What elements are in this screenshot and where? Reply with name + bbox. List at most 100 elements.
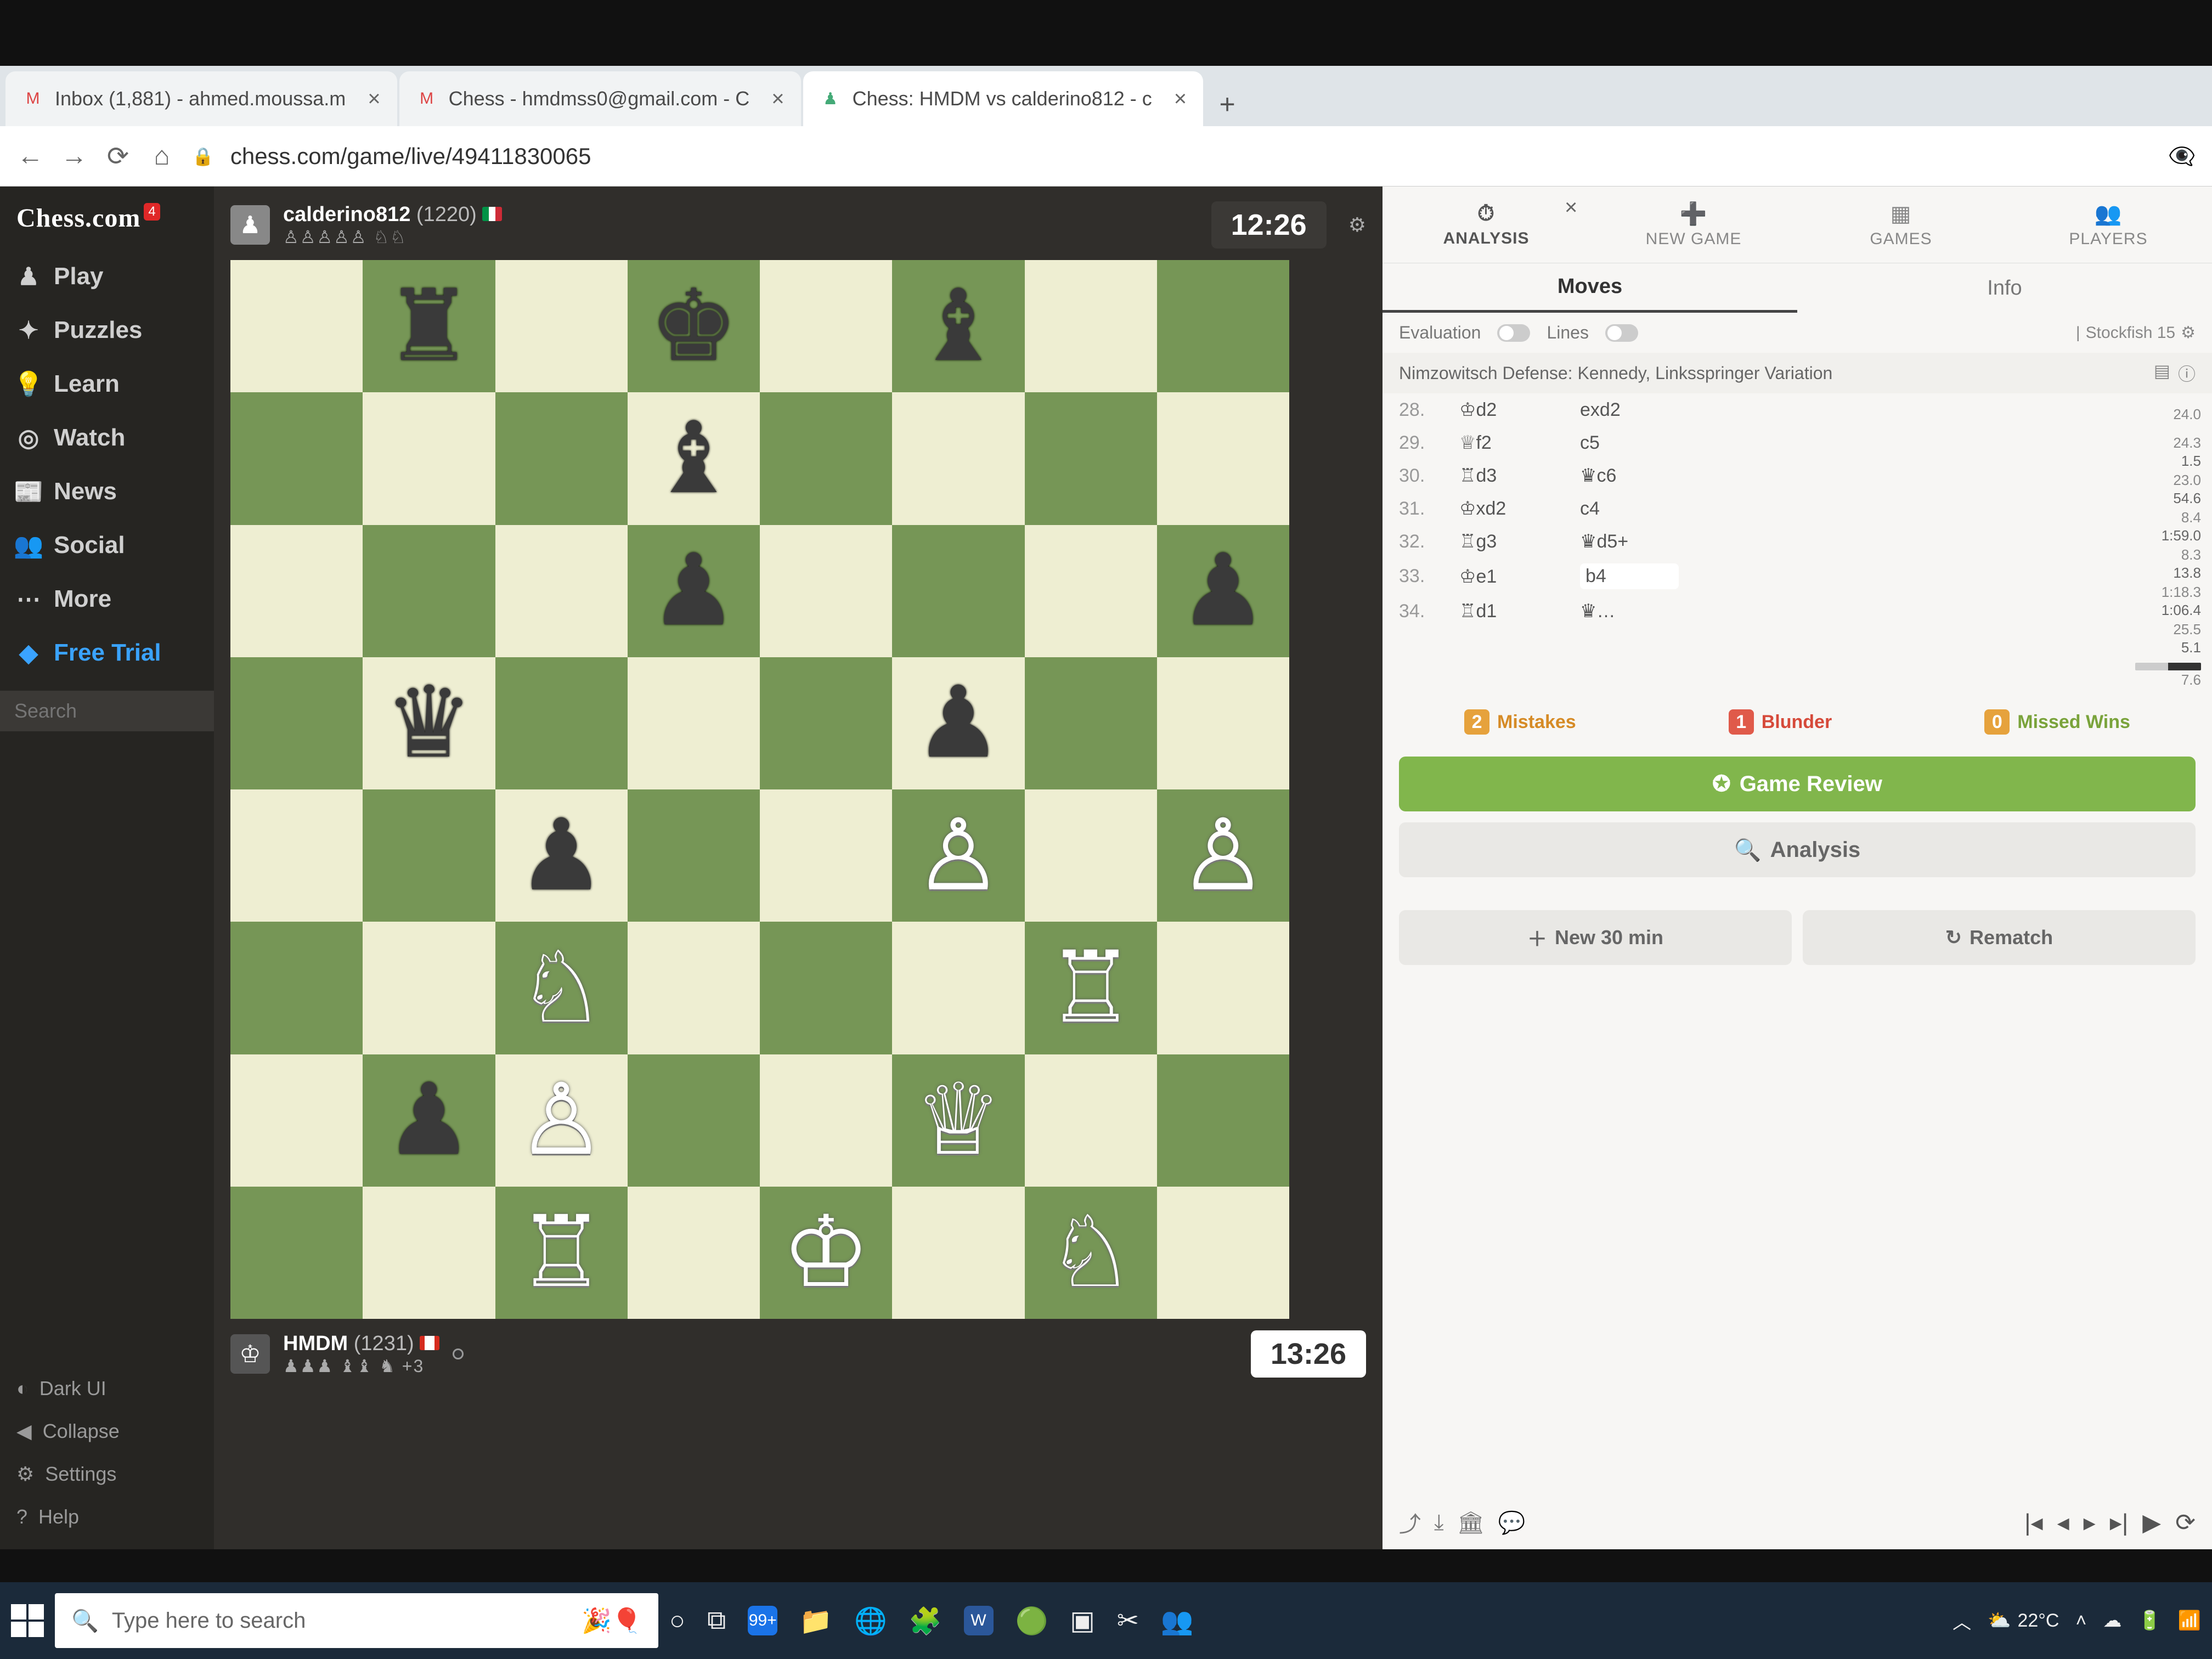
share-icon[interactable]: ⤴	[1399, 1506, 1421, 1538]
taskbar-search[interactable]: 🔍 Type here to search 🎉🎈	[55, 1593, 658, 1648]
forward-button[interactable]: →	[60, 141, 88, 171]
board-square[interactable]	[892, 392, 1024, 524]
chess-piece[interactable]: ♟	[914, 674, 1002, 772]
board-square[interactable]	[1025, 525, 1157, 657]
close-icon[interactable]: ×	[771, 87, 784, 111]
play-button[interactable]: ▶	[2142, 1509, 2161, 1537]
board-square[interactable]: ♖	[1025, 922, 1157, 1054]
download-icon[interactable]: ⤓	[1434, 1510, 1444, 1535]
board-square[interactable]	[1157, 657, 1289, 789]
chess-piece[interactable]: ♝	[914, 277, 1002, 376]
mistakes-count[interactable]: 2Mistakes	[1464, 709, 1576, 735]
chess-piece[interactable]: ♖	[517, 1203, 605, 1302]
home-button[interactable]: ⌂	[148, 141, 176, 171]
board-square[interactable]	[628, 1187, 760, 1319]
file-explorer-icon[interactable]: 📁	[799, 1605, 832, 1637]
black-move[interactable]: ♛d5+	[1580, 531, 1679, 552]
move-row[interactable]: 28.♔d2exd2	[1383, 393, 2113, 426]
rematch-button[interactable]: ↻Rematch	[1803, 910, 2196, 965]
move-list[interactable]: 28.♔d2exd229.♕f2c530.♖d3♛c631.♔xd2c432.♖…	[1383, 393, 2113, 696]
board-square[interactable]	[495, 392, 628, 524]
board-square[interactable]	[628, 789, 760, 922]
board-square[interactable]	[892, 1187, 1024, 1319]
board-square[interactable]	[230, 525, 363, 657]
board-square[interactable]	[363, 1187, 495, 1319]
tab-analysis[interactable]: ⏱ANALYSIS	[1383, 187, 1590, 263]
board-square[interactable]: ♝	[892, 260, 1024, 392]
board-square[interactable]	[1025, 657, 1157, 789]
black-move[interactable]: ♛c6	[1580, 465, 1679, 487]
board-square[interactable]	[1025, 260, 1157, 392]
chess-piece[interactable]: ♔	[782, 1203, 870, 1302]
teams-icon[interactable]: 👥	[1161, 1605, 1194, 1637]
opponent-avatar[interactable]: ♟	[230, 205, 270, 245]
opening-name[interactable]: Nimzowitsch Defense: Kennedy, Linkssprin…	[1383, 353, 2212, 393]
board-square[interactable]	[1025, 1054, 1157, 1187]
board-square[interactable]: ♙	[1157, 789, 1289, 922]
tab-new-game[interactable]: ➕NEW GAME	[1590, 187, 1797, 263]
loop-button[interactable]: ⟳	[2175, 1509, 2196, 1537]
nav-free-trial[interactable]: ◆Free Trial	[0, 626, 214, 680]
chess-piece[interactable]: ♝	[650, 409, 738, 508]
board-square[interactable]	[230, 392, 363, 524]
board-square[interactable]	[628, 1054, 760, 1187]
board-square[interactable]	[760, 392, 892, 524]
move-row[interactable]: 33.♔e1b4	[1383, 558, 2113, 595]
nav-watch[interactable]: ◎Watch	[0, 411, 214, 465]
cortana-icon[interactable]: ○	[669, 1606, 685, 1636]
board-square[interactable]	[230, 922, 363, 1054]
nav-social[interactable]: 👥Social	[0, 518, 214, 572]
tab-players[interactable]: 👥PLAYERS	[2005, 187, 2212, 263]
chess-piece[interactable]: ♛	[385, 674, 473, 772]
chess-piece[interactable]: ♜	[385, 277, 473, 376]
book-icon[interactable]: ▤	[2154, 360, 2170, 386]
board-square[interactable]	[1025, 392, 1157, 524]
board-square[interactable]: ♛	[363, 657, 495, 789]
board-square[interactable]	[892, 525, 1024, 657]
chess-piece[interactable]: ♟	[385, 1071, 473, 1170]
board-square[interactable]	[760, 657, 892, 789]
white-move[interactable]: ♔xd2	[1459, 498, 1558, 520]
chess-piece[interactable]: ♕	[914, 1071, 1002, 1170]
board-square[interactable]: ♟	[1157, 525, 1289, 657]
onedrive-icon[interactable]: ☁	[2103, 1610, 2121, 1632]
board-square[interactable]	[1157, 392, 1289, 524]
white-move[interactable]: ♖d3	[1459, 465, 1558, 487]
next-move-button[interactable]: ▸	[2084, 1509, 2096, 1537]
board-square[interactable]: ♝	[628, 392, 760, 524]
last-move-button[interactable]: ▸|	[2110, 1509, 2129, 1537]
black-move[interactable]: b4	[1580, 563, 1679, 589]
nav-puzzles[interactable]: ✦Puzzles	[0, 303, 214, 357]
board-square[interactable]	[230, 1187, 363, 1319]
board-square[interactable]	[760, 922, 892, 1054]
snip-icon[interactable]: ✂	[1117, 1605, 1139, 1636]
browser-tab[interactable]: ♟ Chess: HMDM vs calderino812 - c ×	[803, 71, 1204, 126]
board-square[interactable]	[363, 922, 495, 1054]
white-move[interactable]: ♔d2	[1459, 399, 1558, 421]
chess-board[interactable]: ♜♚♝♝♟♟♛♟♟♙♙♘♖♟♙♕♖♔♘	[230, 260, 1289, 1319]
wifi-icon[interactable]: 📶	[2178, 1610, 2201, 1632]
board-square[interactable]	[1157, 260, 1289, 392]
chess-piece[interactable]: ♟	[650, 541, 738, 640]
black-move[interactable]: exd2	[1580, 399, 1679, 421]
nav-more[interactable]: ⋯More	[0, 572, 214, 626]
chess-piece[interactable]: ♘	[517, 939, 605, 1037]
move-row[interactable]: 34.♖d1♛…	[1383, 595, 2113, 628]
board-square[interactable]: ♘	[495, 922, 628, 1054]
black-move[interactable]: c4	[1580, 498, 1679, 520]
board-square[interactable]	[495, 525, 628, 657]
info-icon[interactable]: ⓘ	[2178, 360, 2196, 386]
chess-piece[interactable]: ♘	[1046, 1203, 1135, 1302]
board-square[interactable]	[628, 922, 760, 1054]
nav-news[interactable]: 📰News	[0, 465, 214, 518]
self-name[interactable]: HMDM	[283, 1332, 348, 1355]
move-row[interactable]: 29.♕f2c5	[1383, 426, 2113, 459]
board-square[interactable]	[230, 657, 363, 789]
board-square[interactable]	[1157, 922, 1289, 1054]
board-square[interactable]	[230, 789, 363, 922]
address-bar[interactable]: chess.com/game/live/49411830065	[230, 143, 2152, 170]
chrome-icon[interactable]: 🟢	[1015, 1605, 1048, 1637]
white-move[interactable]: ♖g3	[1459, 531, 1558, 552]
chess-piece[interactable]: ♙	[914, 806, 1002, 905]
missed-wins-count[interactable]: 0Missed Wins	[1984, 709, 2130, 735]
